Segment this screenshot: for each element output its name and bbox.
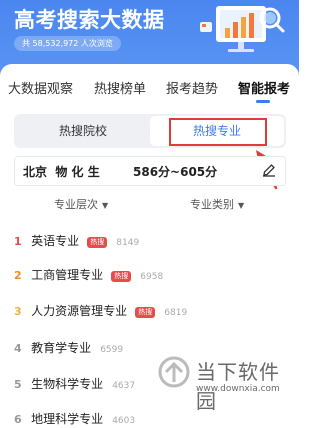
- rank-number: 2: [14, 269, 22, 282]
- major-name: 英语专业: [31, 234, 80, 248]
- search-count: 4637: [112, 381, 136, 391]
- search-count: 6958: [140, 272, 164, 282]
- watermark-url: www.downxia.com: [196, 384, 280, 394]
- edit-pencil-icon[interactable]: [262, 163, 276, 177]
- list-item[interactable]: 1 英语专业 热搜 8149: [14, 230, 139, 250]
- tab-smart-apply[interactable]: 智能报考: [238, 78, 290, 97]
- list-item[interactable]: 4 教育学专业 6599: [14, 337, 123, 357]
- monitor-chart-illustration-icon: [200, 6, 285, 52]
- hot-badge: 热搜: [135, 307, 156, 318]
- condition-bar[interactable]: 北京 物 化 生 586分~605分: [14, 156, 286, 186]
- rank-number: 6: [14, 413, 22, 426]
- filter-level-dropdown[interactable]: 专业层次 ▼: [54, 196, 108, 212]
- filter-category-dropdown[interactable]: 专业类别 ▼: [190, 196, 244, 212]
- caret-down-icon: ▼: [102, 201, 109, 210]
- rank-number: 3: [14, 305, 22, 318]
- major-name: 工商管理专业: [31, 268, 104, 282]
- tab-trend[interactable]: 报考趋势: [166, 78, 218, 97]
- major-name: 生物科学专业: [31, 377, 104, 391]
- search-count: 6599: [100, 345, 124, 355]
- list-item[interactable]: 2 工商管理专业 热搜 6958: [14, 264, 163, 284]
- page-title: 高考搜索大数据: [14, 8, 165, 32]
- hot-badge: 热搜: [87, 237, 108, 248]
- filter-level-label: 专业层次: [54, 198, 98, 211]
- major-name: 教育学专业: [31, 341, 92, 355]
- tab-hot-rank[interactable]: 热搜榜单: [94, 78, 146, 97]
- list-item[interactable]: 5 生物科学专业 4637: [14, 373, 135, 393]
- condition-region-subjects: 北京 物 化 生: [23, 165, 100, 179]
- highlight-box: [169, 118, 267, 146]
- search-count: 6819: [164, 308, 188, 318]
- tab-big-data[interactable]: 大数据观察: [8, 78, 73, 97]
- condition-score-range: 586分~605分: [133, 165, 218, 179]
- rank-number: 1: [14, 235, 22, 248]
- hot-badge: 热搜: [111, 271, 132, 282]
- search-count: 8149: [116, 238, 140, 248]
- view-count-badge: 共 58,532,972 人次浏览: [14, 36, 121, 51]
- major-name: 人力资源管理专业: [31, 304, 128, 318]
- list-item[interactable]: 6 地理科学专业 4603: [14, 408, 135, 428]
- active-tab-indicator: [256, 100, 270, 103]
- rank-number: 4: [14, 342, 22, 355]
- rank-number: 5: [14, 378, 22, 391]
- tab-bar: 大数据观察 热搜榜单 报考趋势 智能报考: [0, 70, 299, 104]
- segment-hot-schools[interactable]: 热搜院校: [16, 116, 150, 146]
- caret-down-icon: ▼: [238, 201, 245, 210]
- filter-category-label: 专业类别: [190, 198, 234, 211]
- search-count: 4603: [112, 416, 136, 426]
- list-item[interactable]: 3 人力资源管理专业 热搜 6819: [14, 300, 187, 320]
